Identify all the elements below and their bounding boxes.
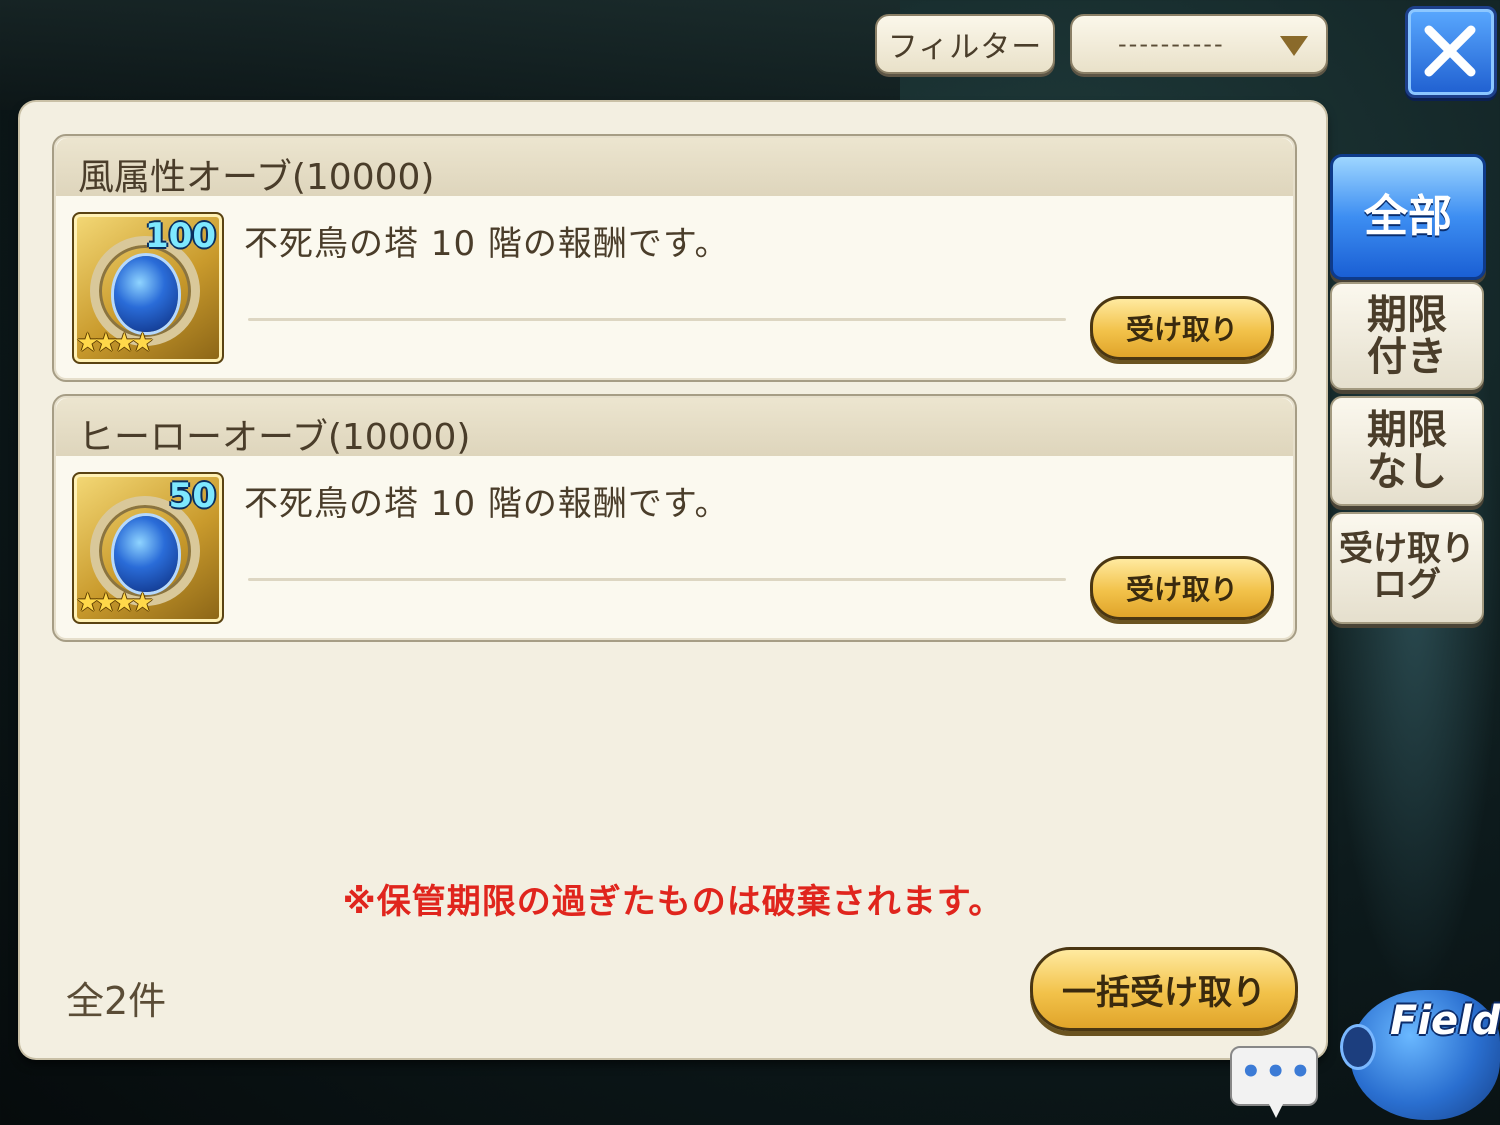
rarity-stars-icon: ★★★★ — [76, 328, 154, 358]
filter-dropdown-value: ---------- — [1118, 30, 1225, 58]
filter-button[interactable]: フィルター — [875, 14, 1055, 74]
rarity-stars-icon: ★★★★ — [76, 588, 154, 618]
total-count: 全2件 — [66, 979, 167, 1023]
item-count: 100 — [145, 216, 216, 256]
tab-label-line2: 付き — [1367, 334, 1447, 380]
tab-label-line1: 期限 — [1367, 292, 1447, 338]
field-label: Field — [1390, 998, 1500, 1044]
tab-label-line2: ログ — [1373, 565, 1441, 605]
close-icon — [1424, 25, 1476, 77]
tab-no-expiry[interactable]: 期限 なし — [1330, 396, 1484, 506]
item-title-bar: ヒーローオーブ(10000) — [56, 398, 1293, 458]
item-title: ヒーローオーブ(10000) — [78, 417, 471, 458]
tab-label: 全部 — [1364, 190, 1452, 242]
tab-claim-log[interactable]: 受け取り ログ — [1330, 512, 1484, 624]
hero-orb-icon: 50 ★★★★ — [72, 472, 224, 624]
expiry-notice: ※保管期限の過ぎたものは破棄されます。 — [342, 882, 1004, 922]
background-top — [0, 0, 900, 110]
tab-with-expiry[interactable]: 期限 付き — [1330, 282, 1484, 390]
gift-item: 風属性オーブ(10000) 100 ★★★★ 不死鳥の塔 10 階の報酬です。 … — [52, 134, 1297, 382]
bulk-claim-button[interactable]: 一括受け取り — [1030, 947, 1298, 1031]
gift-box-panel: 風属性オーブ(10000) 100 ★★★★ 不死鳥の塔 10 階の報酬です。 … — [20, 102, 1326, 1058]
chat-dots-icon: ••• — [1240, 1052, 1315, 1092]
field-button[interactable]: Field — [1340, 980, 1500, 1125]
tab-label-line1: 受け取り — [1339, 529, 1475, 570]
gift-item: ヒーローオーブ(10000) 50 ★★★★ 不死鳥の塔 10 階の報酬です。 … — [52, 394, 1297, 642]
chat-button[interactable]: ••• — [1230, 1046, 1318, 1118]
close-button[interactable] — [1405, 6, 1497, 98]
claim-button[interactable]: 受け取り — [1090, 556, 1274, 620]
wind-orb-icon: 100 ★★★★ — [72, 212, 224, 364]
filter-dropdown[interactable]: ---------- — [1070, 14, 1328, 74]
divider — [248, 578, 1066, 581]
tab-label-line2: なし — [1367, 449, 1447, 495]
tab-label-line1: 期限 — [1367, 407, 1447, 453]
item-description: 不死鳥の塔 10 階の報酬です。 — [244, 224, 730, 264]
item-title-bar: 風属性オーブ(10000) — [56, 138, 1293, 198]
item-count: 50 — [168, 476, 216, 516]
claim-button[interactable]: 受け取り — [1090, 296, 1274, 360]
tab-all[interactable]: 全部 — [1330, 154, 1486, 280]
dropdown-arrow-icon — [1280, 36, 1308, 56]
divider — [248, 318, 1066, 321]
item-description: 不死鳥の塔 10 階の報酬です。 — [244, 484, 730, 524]
item-title: 風属性オーブ(10000) — [78, 157, 435, 198]
